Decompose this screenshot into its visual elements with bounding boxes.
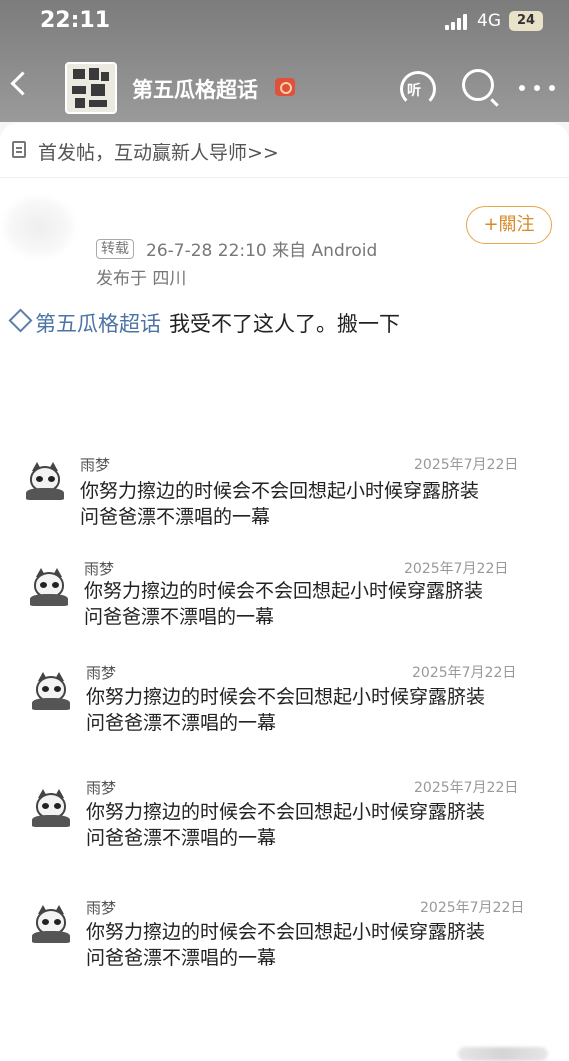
comment-line-1: 你努力擦边的时候会不会回想起小时候穿露脐装 (86, 686, 486, 708)
comment-date: 2025年7月22日 (420, 900, 525, 916)
comment-line-2: 问爸爸漂不漂唱的一幕 (86, 827, 277, 849)
commenter-name: 雨梦 (86, 779, 117, 797)
comment-line-1: 你努力擦边的时候会不会回想起小时候穿露脐装 (80, 480, 480, 502)
comment-line-1: 你努力擦边的时候会不会回想起小时候穿露脐装 (84, 580, 484, 602)
hot-badge-icon (275, 78, 295, 96)
network-type: 4G (477, 11, 501, 31)
status-bar: 22:11 4G 24 (0, 0, 569, 46)
commenter-avatar (24, 462, 68, 502)
search-icon[interactable] (462, 69, 494, 101)
commenter-avatar (30, 789, 74, 829)
commenter-avatar (30, 905, 74, 945)
post-meta: 26-7-28 22:10 来自 Android (146, 241, 378, 261)
post-text: 我受不了这人了。搬一下 (169, 312, 400, 336)
watermark (458, 1047, 548, 1061)
document-icon (12, 141, 26, 158)
signal-icon (445, 14, 469, 30)
comment-item: 雨梦 2025年7月22日 你努力擦边的时候会不会回想起小时候穿露脐装 问爸爸漂… (0, 660, 569, 760)
newbie-tip-bar[interactable]: 首发帖，互动赢新人导师>> (0, 123, 569, 178)
comment-line-2: 问爸爸漂不漂唱的一幕 (86, 712, 277, 734)
battery-level: 24 (516, 13, 536, 28)
comment-date: 2025年7月22日 (414, 457, 519, 473)
more-icon[interactable] (519, 85, 555, 91)
group-avatar[interactable] (65, 62, 117, 114)
comment-line-2: 问爸爸漂不漂唱的一幕 (86, 947, 277, 969)
tip-text: 首发帖，互动赢新人导师>> (38, 142, 279, 164)
listen-icon[interactable]: 听 (396, 67, 440, 107)
comment-line-2: 问爸爸漂不漂唱的一幕 (84, 606, 275, 628)
post-location: 发布于 四川 (96, 269, 187, 289)
topic-diamond-icon (8, 308, 33, 333)
comment-date: 2025年7月22日 (412, 665, 517, 681)
poster-avatar[interactable] (4, 197, 74, 257)
comment-date: 2025年7月22日 (404, 561, 509, 577)
comment-line-2: 问爸爸漂不漂唱的一幕 (80, 506, 271, 528)
page-title: 第五瓜格超话 (132, 78, 258, 102)
commenter-avatar (30, 672, 74, 712)
comment-item: 雨梦 2025年7月22日 你努力擦边的时候会不会回想起小时候穿露脐装 问爸爸漂… (0, 775, 569, 875)
commenter-name: 雨梦 (84, 560, 115, 578)
commenter-name: 雨梦 (86, 899, 117, 917)
commenter-name: 雨梦 (80, 456, 111, 474)
comment-line-1: 你努力擦边的时候会不会回想起小时候穿露脐装 (86, 921, 486, 943)
topic-link[interactable]: 第五瓜格超话 (35, 312, 161, 336)
listen-label: 听 (407, 83, 421, 99)
post-body: 第五瓜格超话 我受不了这人了。搬一下 (8, 308, 400, 338)
battery-icon: 24 (509, 11, 543, 31)
status-time: 22:11 (40, 8, 111, 33)
comment-item: 雨梦 2025年7月22日 你努力擦边的时候会不会回想起小时候穿露脐装 问爸爸漂… (0, 450, 569, 550)
comment-line-1: 你努力擦边的时候会不会回想起小时候穿露脐装 (86, 801, 486, 823)
follow-button[interactable]: +關注 (466, 206, 552, 244)
commenter-avatar (28, 568, 72, 608)
repost-tag: 转载 (96, 239, 134, 259)
comment-date: 2025年7月22日 (414, 780, 519, 796)
comment-item: 雨梦 2025年7月22日 你努力擦边的时候会不会回想起小时候穿露脐装 问爸爸漂… (0, 893, 569, 993)
nav-bar: 第五瓜格超话 听 (0, 55, 569, 121)
back-icon[interactable] (10, 71, 35, 96)
commenter-name: 雨梦 (86, 664, 117, 682)
comment-item: 雨梦 2025年7月22日 你努力擦边的时候会不会回想起小时候穿露脐装 问爸爸漂… (0, 556, 569, 656)
